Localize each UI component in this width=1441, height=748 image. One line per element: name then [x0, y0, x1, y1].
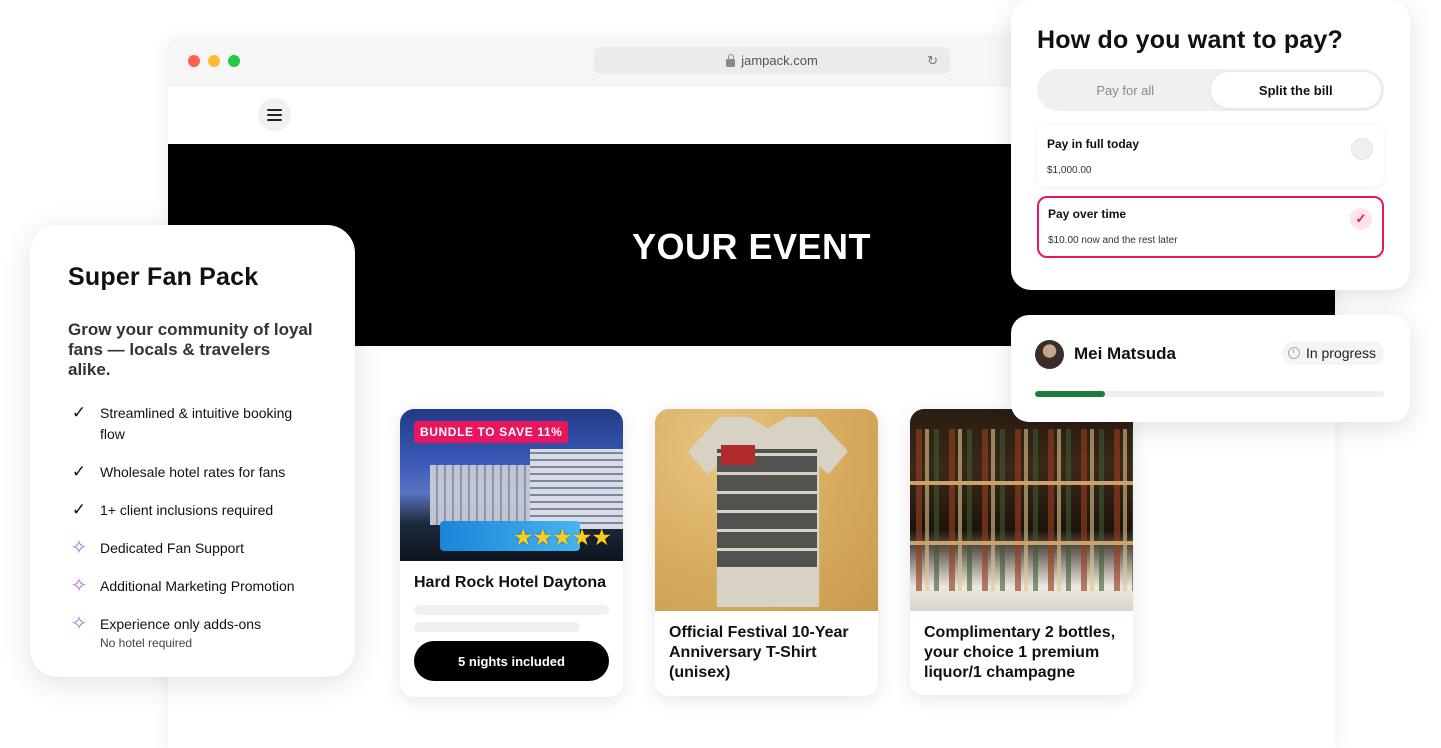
- option-detail: $10.00 now and the rest later: [1048, 235, 1178, 246]
- fan-pack-title: Super Fan Pack: [68, 263, 259, 291]
- bar-image: [910, 409, 1133, 611]
- discount-badge: BUNDLE TO SAVE 11%: [414, 421, 569, 443]
- card-title: Official Festival 10-Year Anniversary T-…: [669, 624, 849, 681]
- shelf-graphic: [910, 481, 1133, 485]
- stage: jampack.com ↻ YOUR EVENT BUNDLE TO SAVE …: [0, 0, 1441, 748]
- check-icon: ✓: [71, 403, 87, 422]
- progress-track: [1035, 391, 1384, 397]
- sparkle-icon: ✧: [70, 613, 88, 635]
- checkmark-icon[interactable]: ✓: [1350, 208, 1372, 230]
- feature-label: Additional Marketing Promotion: [100, 578, 295, 594]
- skeleton-line: [414, 605, 609, 615]
- feature-item: ✧ Dedicated Fan Support: [68, 538, 317, 559]
- avatar: [1035, 340, 1064, 369]
- option-detail: $1,000.00: [1047, 165, 1092, 176]
- sparkle-icon: ✧: [70, 537, 88, 559]
- super-fan-pack-panel: Super Fan Pack Grow your community of lo…: [30, 225, 355, 677]
- product-card-hotel[interactable]: BUNDLE TO SAVE 11% ★★★★★ Hard Rock Hotel…: [400, 409, 623, 697]
- menu-line: [267, 113, 282, 116]
- feature-item: ✓ 1+ client inclusions required: [68, 500, 317, 521]
- card-title: Hard Rock Hotel Daytona: [414, 574, 607, 591]
- check-icon: ✓: [71, 462, 87, 481]
- feature-label: Dedicated Fan Support: [100, 540, 244, 556]
- feature-item: ✧ Additional Marketing Promotion: [68, 576, 317, 597]
- skeleton-line: [414, 622, 580, 632]
- close-window-button[interactable]: [188, 55, 200, 67]
- progress-fill: [1035, 391, 1105, 397]
- menu-line: [267, 118, 282, 121]
- option-title: Pay in full today: [1047, 137, 1140, 151]
- feature-item: ✧ Experience only adds-ons No hotel requ…: [68, 614, 317, 650]
- bottles-graphic: [910, 429, 1133, 591]
- payment-title: How do you want to pay?: [1037, 26, 1343, 54]
- tshirt-image: [655, 409, 878, 611]
- product-card-tshirt[interactable]: Official Festival 10-Year Anniversary T-…: [655, 409, 878, 696]
- feature-item: ✓ Wholesale hotel rates for fans: [68, 462, 317, 483]
- pay-over-time-option[interactable]: Pay over time $10.00 now and the rest la…: [1037, 196, 1384, 258]
- tshirt-logo-graphic: [721, 445, 755, 465]
- reload-icon[interactable]: ↻: [927, 53, 938, 69]
- hamburger-menu-button[interactable]: [258, 98, 291, 131]
- status-text: In progress: [1305, 345, 1376, 361]
- shelf-graphic: [910, 541, 1133, 545]
- check-icon: ✓: [71, 500, 87, 519]
- payment-panel: How do you want to pay? Pay for all Spli…: [1011, 0, 1410, 290]
- option-title: Pay over time: [1048, 207, 1127, 221]
- maximize-window-button[interactable]: [228, 55, 240, 67]
- url-text: jampack.com: [741, 53, 818, 68]
- booking-progress-panel: Mei Matsuda In progress: [1011, 315, 1410, 422]
- hotel-image: BUNDLE TO SAVE 11% ★★★★★: [400, 409, 623, 561]
- clock-icon: [1287, 347, 1300, 359]
- feature-text-group: Experience only adds-ons No hotel requir…: [100, 614, 261, 650]
- nights-included-button[interactable]: 5 nights included: [414, 641, 609, 681]
- user-name: Mei Matsuda: [1074, 344, 1177, 363]
- payment-mode-toggle: Pay for all Split the bill: [1037, 69, 1384, 111]
- tab-split-the-bill[interactable]: Split the bill: [1210, 72, 1381, 108]
- card-title: Complimentary 2 bottles, your choice 1 p…: [924, 624, 1116, 681]
- tshirt-print-graphic: [717, 449, 817, 567]
- feature-note: No hotel required: [100, 636, 193, 650]
- lock-icon: [726, 53, 736, 67]
- pay-in-full-option[interactable]: Pay in full today $1,000.00: [1037, 125, 1384, 187]
- star-rating: ★★★★★: [512, 524, 612, 550]
- menu-line: [267, 108, 282, 111]
- feature-label: 1+ client inclusions required: [100, 502, 274, 518]
- feature-label: Experience only adds-ons: [100, 616, 262, 632]
- hotel-tower-graphic: [530, 449, 623, 529]
- radio-button[interactable]: [1351, 138, 1373, 160]
- feature-label: Wholesale hotel rates for fans: [100, 464, 286, 480]
- minimize-window-button[interactable]: [208, 55, 220, 67]
- feature-item: ✓ Streamlined & intuitive booking flow: [68, 403, 317, 445]
- tab-pay-for-all[interactable]: Pay for all: [1040, 72, 1211, 108]
- address-bar[interactable]: jampack.com ↻: [594, 47, 950, 74]
- fan-pack-subtitle: Grow your community of loyal fans — loca…: [68, 320, 313, 379]
- feature-label: Streamlined & intuitive booking flow: [100, 405, 293, 442]
- sparkle-icon: ✧: [70, 575, 88, 597]
- status-badge: In progress: [1281, 341, 1384, 365]
- product-card-bottles[interactable]: Complimentary 2 bottles, your choice 1 p…: [910, 409, 1133, 695]
